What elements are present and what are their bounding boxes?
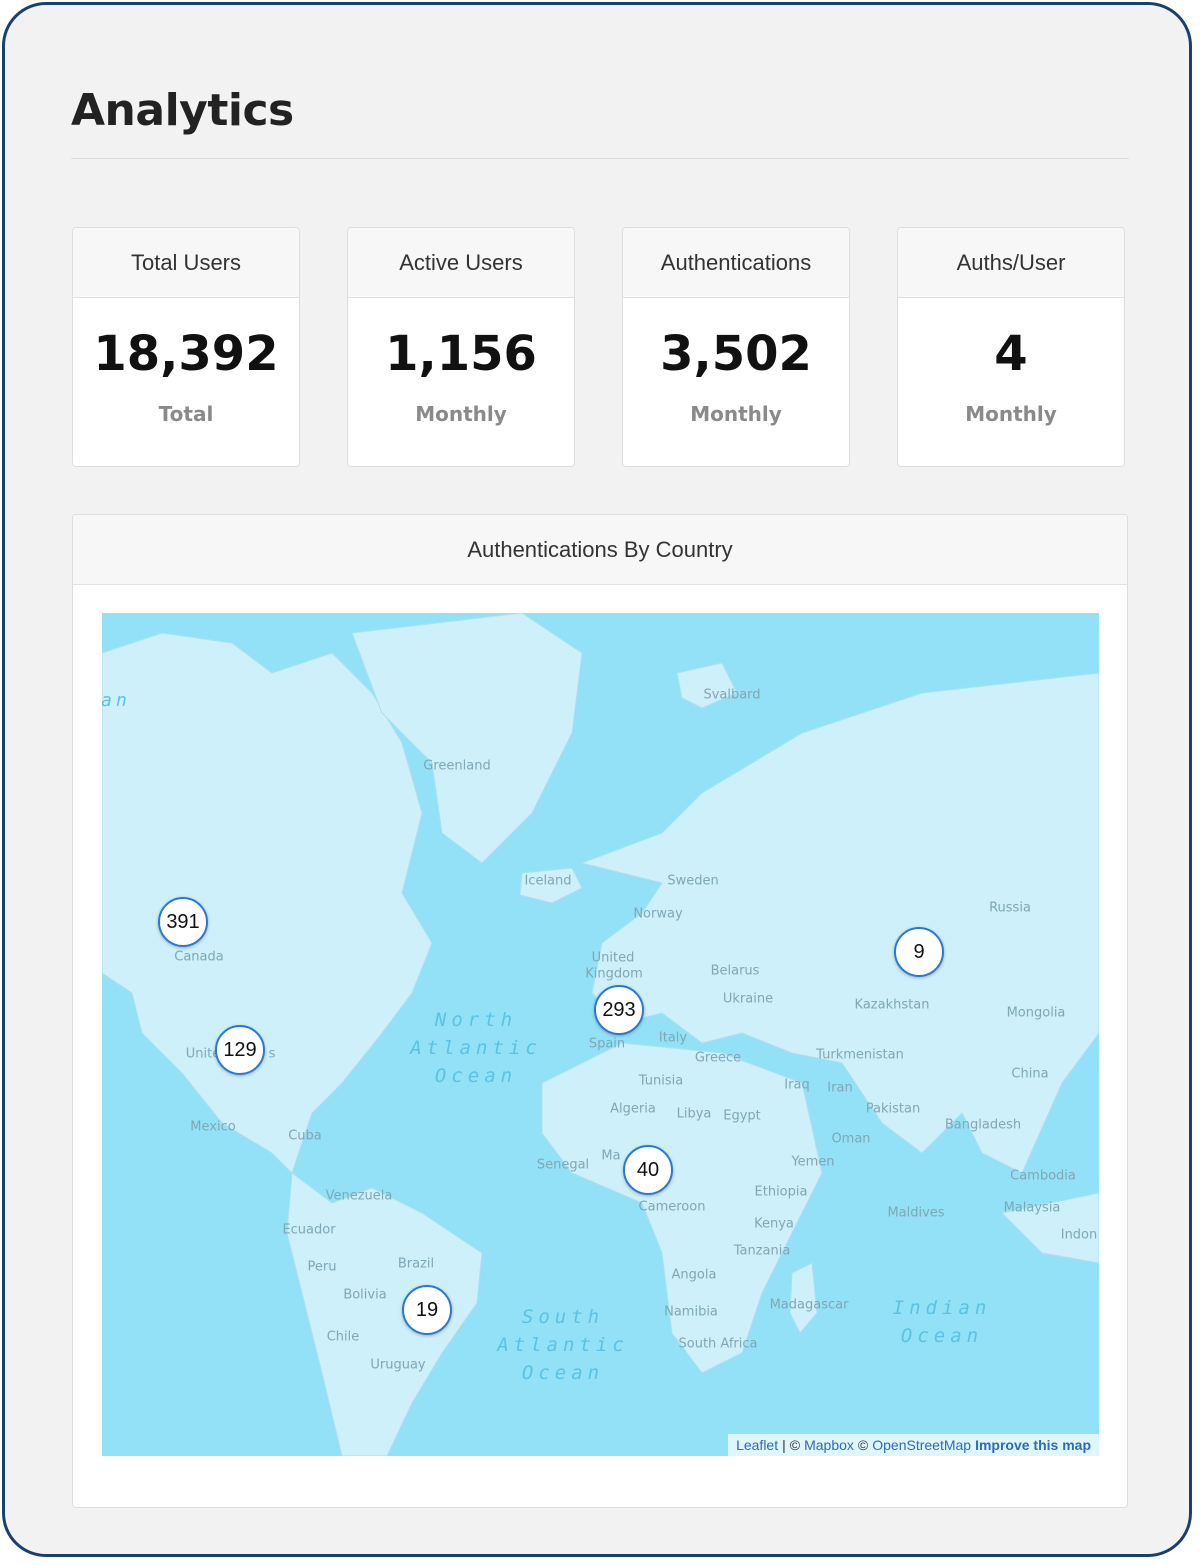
- label-sweden: Sweden: [667, 873, 719, 889]
- stat-card-header: Auths/User: [898, 228, 1124, 298]
- cluster-marker-europe[interactable]: 293: [594, 985, 644, 1035]
- label-yemen: Yemen: [791, 1154, 835, 1170]
- world-map[interactable]: Svalbard Greenland Iceland Sweden Norway…: [102, 613, 1099, 1456]
- label-algeria: Algeria: [610, 1101, 656, 1117]
- label-south-africa: South Africa: [678, 1336, 758, 1352]
- label-mali: Ma: [601, 1148, 621, 1164]
- label-bolivia: Bolivia: [343, 1287, 387, 1303]
- label-china: China: [1011, 1066, 1049, 1082]
- label-russia: Russia: [989, 900, 1031, 916]
- stat-card-header: Authentications: [623, 228, 849, 298]
- label-greenland: Greenland: [423, 758, 491, 774]
- cluster-marker-united-states[interactable]: 129: [215, 1025, 265, 1075]
- label-indian-ocean: Indian Ocean: [892, 1297, 992, 1347]
- label-oman: Oman: [831, 1131, 871, 1147]
- mapbox-link[interactable]: Mapbox: [804, 1437, 854, 1453]
- cluster-marker-russia[interactable]: 9: [894, 927, 944, 977]
- label-kazakhstan: Kazakhstan: [854, 997, 930, 1013]
- label-mongolia: Mongolia: [1006, 1005, 1066, 1021]
- cluster-marker-brazil[interactable]: 19: [402, 1285, 452, 1335]
- stat-subtitle: Total: [158, 402, 214, 426]
- stat-subtitle: Monthly: [690, 402, 782, 426]
- label-brazil: Brazil: [397, 1256, 435, 1272]
- label-senegal: Senegal: [536, 1157, 590, 1173]
- title-divider: [71, 158, 1129, 159]
- label-ecuador: Ecuador: [282, 1222, 336, 1238]
- label-egypt: Egypt: [723, 1108, 761, 1124]
- stat-card-header: Active Users: [348, 228, 574, 298]
- label-malaysia: Malaysia: [1003, 1200, 1061, 1216]
- stat-card-auths-per-user: Auths/User 4 Monthly: [897, 227, 1125, 467]
- cluster-marker-west-africa[interactable]: 40: [623, 1145, 673, 1195]
- label-ukraine: Ukraine: [722, 991, 774, 1007]
- south-america-landmass: [286, 1172, 483, 1456]
- label-maldives: Maldives: [887, 1205, 945, 1221]
- stat-value: 18,392: [93, 326, 279, 382]
- label-ethiopia: Ethiopia: [754, 1184, 808, 1200]
- copyright-symbol: ©: [789, 1437, 801, 1453]
- label-united-kingdom-2: Kingdom: [585, 966, 643, 982]
- copyright-symbol: ©: [857, 1437, 869, 1453]
- label-pakistan: Pakistan: [865, 1101, 921, 1117]
- label-belarus: Belarus: [710, 963, 760, 979]
- label-edge-ocean: an: [102, 690, 131, 711]
- label-north-atlantic-ocean: North Atlantic Ocean: [410, 1009, 542, 1087]
- stat-card-active-users: Active Users 1,156 Monthly: [347, 227, 575, 467]
- label-united-kingdom-1: United: [591, 950, 635, 966]
- openstreetmap-link[interactable]: OpenStreetMap: [872, 1437, 971, 1453]
- label-libya: Libya: [676, 1106, 712, 1122]
- stat-subtitle: Monthly: [415, 402, 507, 426]
- label-angola: Angola: [671, 1267, 717, 1283]
- stat-subtitle: Monthly: [965, 402, 1057, 426]
- leaflet-link[interactable]: Leaflet: [736, 1437, 778, 1453]
- label-bangladesh: Bangladesh: [944, 1117, 1022, 1133]
- label-chile: Chile: [326, 1329, 360, 1345]
- label-cambodia: Cambodia: [1010, 1168, 1076, 1184]
- label-peru: Peru: [307, 1259, 337, 1275]
- stat-value: 4: [994, 326, 1028, 382]
- label-cuba: Cuba: [288, 1128, 322, 1144]
- label-iraq: Iraq: [784, 1077, 810, 1093]
- label-turkmenistan: Turkmenistan: [816, 1047, 904, 1063]
- label-iceland: Iceland: [524, 873, 572, 889]
- cluster-marker-canada[interactable]: 391: [158, 897, 208, 947]
- map-attribution: Leaflet | © Mapbox © OpenStreetMap Impro…: [728, 1434, 1099, 1456]
- label-kenya: Kenya: [754, 1216, 794, 1232]
- label-tunisia: Tunisia: [638, 1073, 684, 1089]
- label-south-atlantic-ocean: South Atlantic Ocean: [497, 1306, 629, 1384]
- attribution-separator: |: [782, 1437, 786, 1453]
- label-greece: Greece: [694, 1050, 742, 1066]
- label-indonesia: Indon: [1060, 1227, 1098, 1243]
- stat-card-total-users: Total Users 18,392 Total: [72, 227, 300, 467]
- page-title: Analytics: [71, 85, 294, 136]
- label-norway: Norway: [633, 906, 683, 922]
- label-cameroon: Cameroon: [638, 1199, 706, 1215]
- label-canada: Canada: [174, 949, 224, 965]
- label-italy: Italy: [658, 1030, 688, 1046]
- label-venezuela: Venezuela: [325, 1188, 393, 1204]
- improve-map-link[interactable]: Improve this map: [975, 1437, 1091, 1453]
- label-united-states-end: s: [268, 1046, 276, 1062]
- map-card: Authentications By Country Svalbard Gree…: [72, 514, 1128, 1508]
- label-mexico: Mexico: [190, 1119, 236, 1135]
- stat-value: 3,502: [660, 326, 812, 382]
- label-madagascar: Madagascar: [769, 1297, 849, 1313]
- label-namibia: Namibia: [664, 1304, 718, 1320]
- label-tanzania: Tanzania: [733, 1243, 791, 1259]
- label-svalbard: Svalbard: [703, 687, 761, 703]
- stat-card-authentications: Authentications 3,502 Monthly: [622, 227, 850, 467]
- label-spain: Spain: [588, 1036, 626, 1052]
- app-window: Analytics Total Users 18,392 Total Activ…: [2, 2, 1192, 1557]
- map-card-header: Authentications By Country: [73, 515, 1127, 585]
- label-uruguay: Uruguay: [370, 1357, 426, 1373]
- label-iran: Iran: [827, 1080, 853, 1096]
- stat-value: 1,156: [385, 326, 537, 382]
- stat-card-header: Total Users: [73, 228, 299, 298]
